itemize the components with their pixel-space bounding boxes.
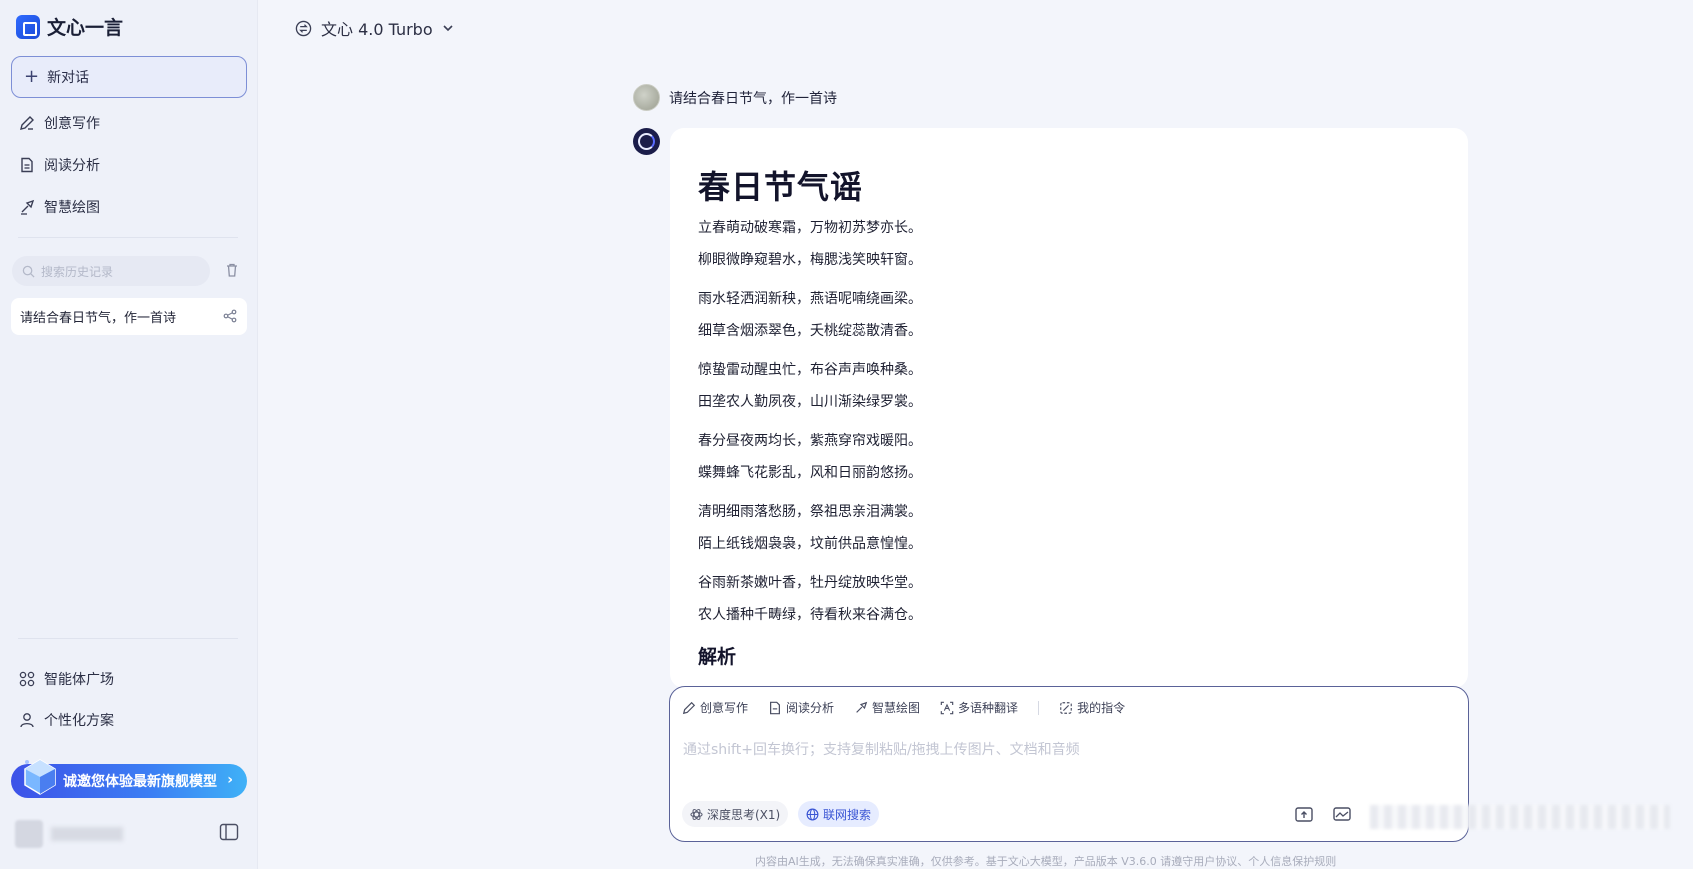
upload-icon[interactable]: [1294, 804, 1314, 824]
history-search-input[interactable]: 搜索历史记录: [12, 256, 210, 286]
sidebar-item-label: 创意写作: [44, 116, 100, 132]
web-search-toggle[interactable]: 联网搜索: [798, 801, 880, 827]
brush-icon: [18, 199, 35, 216]
poem-line: 陌上纸钱烟袅袅，坟前供品意惶惶。: [698, 536, 922, 552]
sidebar-item-label: 智能体广场: [44, 672, 114, 688]
pen-icon: [682, 701, 696, 714]
username-redacted: [51, 827, 123, 841]
trash-icon[interactable]: [224, 262, 240, 278]
poem-title: 春日节气谣: [698, 168, 864, 206]
poem-line: 立春萌动破寒霜，万物初苏梦亦长。: [698, 220, 922, 236]
sidebar-item-label: 阅读分析: [44, 158, 100, 174]
grid-icon: [18, 671, 35, 688]
brush-icon: [856, 701, 868, 713]
pen-icon: [18, 115, 35, 132]
tool-my-commands[interactable]: 我的指令: [1059, 699, 1125, 716]
sidebar-divider: [18, 237, 238, 238]
sidebar-item-personalization[interactable]: 个性化方案: [18, 710, 114, 730]
promo-label: 诚邀您体验最新旗舰模型: [63, 774, 217, 790]
model-selector[interactable]: 文心 4.0 Turbo: [295, 16, 454, 40]
cube-icon: [24, 759, 56, 795]
search-icon: [22, 265, 35, 278]
tool-smart-drawing[interactable]: 智慧绘图: [854, 699, 920, 716]
tool-translation[interactable]: 多语种翻译: [940, 699, 1018, 716]
web-search-label: 联网搜索: [823, 807, 872, 822]
tool-label: 我的指令: [1077, 701, 1126, 715]
tool-label: 创意写作: [700, 701, 749, 715]
poem-line: 细草含烟添翠色，夭桃绽蕊散清香。: [698, 323, 922, 339]
new-chat-label: 新对话: [47, 70, 90, 86]
image-icon[interactable]: [1332, 804, 1352, 824]
model-name: 文心 4.0 Turbo: [321, 20, 433, 39]
poem-line: 春分昼夜两均长，紫燕穿帘戏暖阳。: [698, 433, 922, 449]
poem-line: 农人播种千畴绿，待看秋来谷满仓。: [698, 607, 922, 623]
translate-icon: [940, 701, 954, 714]
assistant-avatar: [633, 128, 660, 155]
assistant-answer-card: 春日节气谣 立春萌动破寒霜，万物初苏梦亦长。 柳眼微睁窥碧水，梅腮浅笑映轩窗。 …: [670, 128, 1468, 688]
tool-label: 智慧绘图: [872, 701, 921, 715]
user-icon: [18, 712, 35, 729]
sidebar-item-agent-plaza[interactable]: 智能体广场: [18, 669, 114, 689]
atom-icon: [690, 808, 703, 820]
chat-input-panel: 创意写作 阅读分析 智慧绘图 多语种翻译 我的指令 通过shift+回车换行；支…: [669, 686, 1469, 842]
analysis-heading: 解析: [698, 646, 737, 668]
app-name: 文心一言: [47, 17, 124, 39]
logo-icon: [16, 14, 40, 39]
command-icon: [1060, 701, 1072, 714]
deep-think-label: 深度思考(X1): [707, 807, 781, 822]
sidebar: 文心一言 + 新对话 创意写作 阅读分析 智慧绘图 搜索历史记录 请结合春日节气…: [0, 0, 258, 869]
toolbar-divider: [1038, 700, 1040, 715]
globe-icon: [806, 808, 819, 820]
chat-input[interactable]: 通过shift+回车换行；支持复制粘贴/拖拽上传图片、文档和音频: [683, 739, 1080, 759]
avatar: [15, 820, 43, 848]
poem-line: 雨水轻洒润新秧，燕语呢喃绕画梁。: [698, 291, 922, 307]
tool-creative-writing[interactable]: 创意写作: [682, 699, 748, 716]
switch-model-icon: [295, 20, 312, 36]
sidebar-item-label: 个性化方案: [44, 713, 114, 729]
history-item-title: 请结合春日节气，作一首诗: [20, 311, 177, 326]
sidebar-item-creative-writing[interactable]: 创意写作: [18, 113, 100, 133]
deep-think-toggle[interactable]: 深度思考(X1): [682, 801, 789, 827]
user-avatar: [633, 84, 660, 111]
new-chat-button[interactable]: + 新对话: [11, 56, 247, 98]
tool-label: 阅读分析: [786, 701, 835, 715]
plus-icon: +: [24, 66, 40, 87]
tool-label: 多语种翻译: [958, 701, 1019, 715]
tool-reading-analysis[interactable]: 阅读分析: [768, 699, 834, 716]
app-logo[interactable]: 文心一言: [16, 13, 123, 40]
input-toolbar: 创意写作 阅读分析 智慧绘图 多语种翻译 我的指令: [682, 699, 1125, 716]
poem-line: 蝶舞蜂飞花影乱，风和日丽韵悠扬。: [698, 465, 922, 481]
poem-line: 惊蛰雷动醒虫忙，布谷声声唤种桑。: [698, 362, 922, 378]
sidebar-item-label: 智慧绘图: [44, 200, 100, 216]
redacted-overlay: [1370, 805, 1670, 829]
document-icon: [18, 157, 35, 174]
user-message-text: 请结合春日节气，作一首诗: [669, 90, 837, 107]
sidebar-item-reading-analysis[interactable]: 阅读分析: [18, 155, 100, 175]
history-item[interactable]: 请结合春日节气，作一首诗: [11, 298, 247, 335]
sidebar-item-smart-drawing[interactable]: 智慧绘图: [18, 197, 100, 217]
document-icon: [770, 701, 781, 714]
user-message: 请结合春日节气，作一首诗: [633, 84, 837, 111]
sidebar-collapse-icon[interactable]: [219, 823, 239, 841]
sidebar-divider: [18, 638, 238, 639]
search-placeholder: 搜索历史记录: [41, 264, 114, 279]
share-icon[interactable]: [223, 309, 237, 323]
chevron-down-icon: [443, 25, 453, 32]
user-profile[interactable]: [15, 820, 123, 848]
disclaimer-footer: 内容由AI生成，无法确保真实准确，仅供参考。基于文心大模型，产品版本 V3.6.…: [755, 855, 1337, 868]
flagship-model-promo-button[interactable]: 诚邀您体验最新旗舰模型 ›: [11, 759, 247, 798]
poem-line: 柳眼微睁窥碧水，梅腮浅笑映轩窗。: [698, 252, 922, 268]
poem-line: 谷雨新茶嫩叶香，牡丹绽放映华堂。: [698, 575, 922, 591]
poem-line: 田垄农人勤夙夜，山川渐染绿罗裳。: [698, 394, 922, 410]
poem-line: 清明细雨落愁肠，祭祖思亲泪满裳。: [698, 504, 922, 520]
chevron-right-icon: ›: [227, 772, 233, 788]
